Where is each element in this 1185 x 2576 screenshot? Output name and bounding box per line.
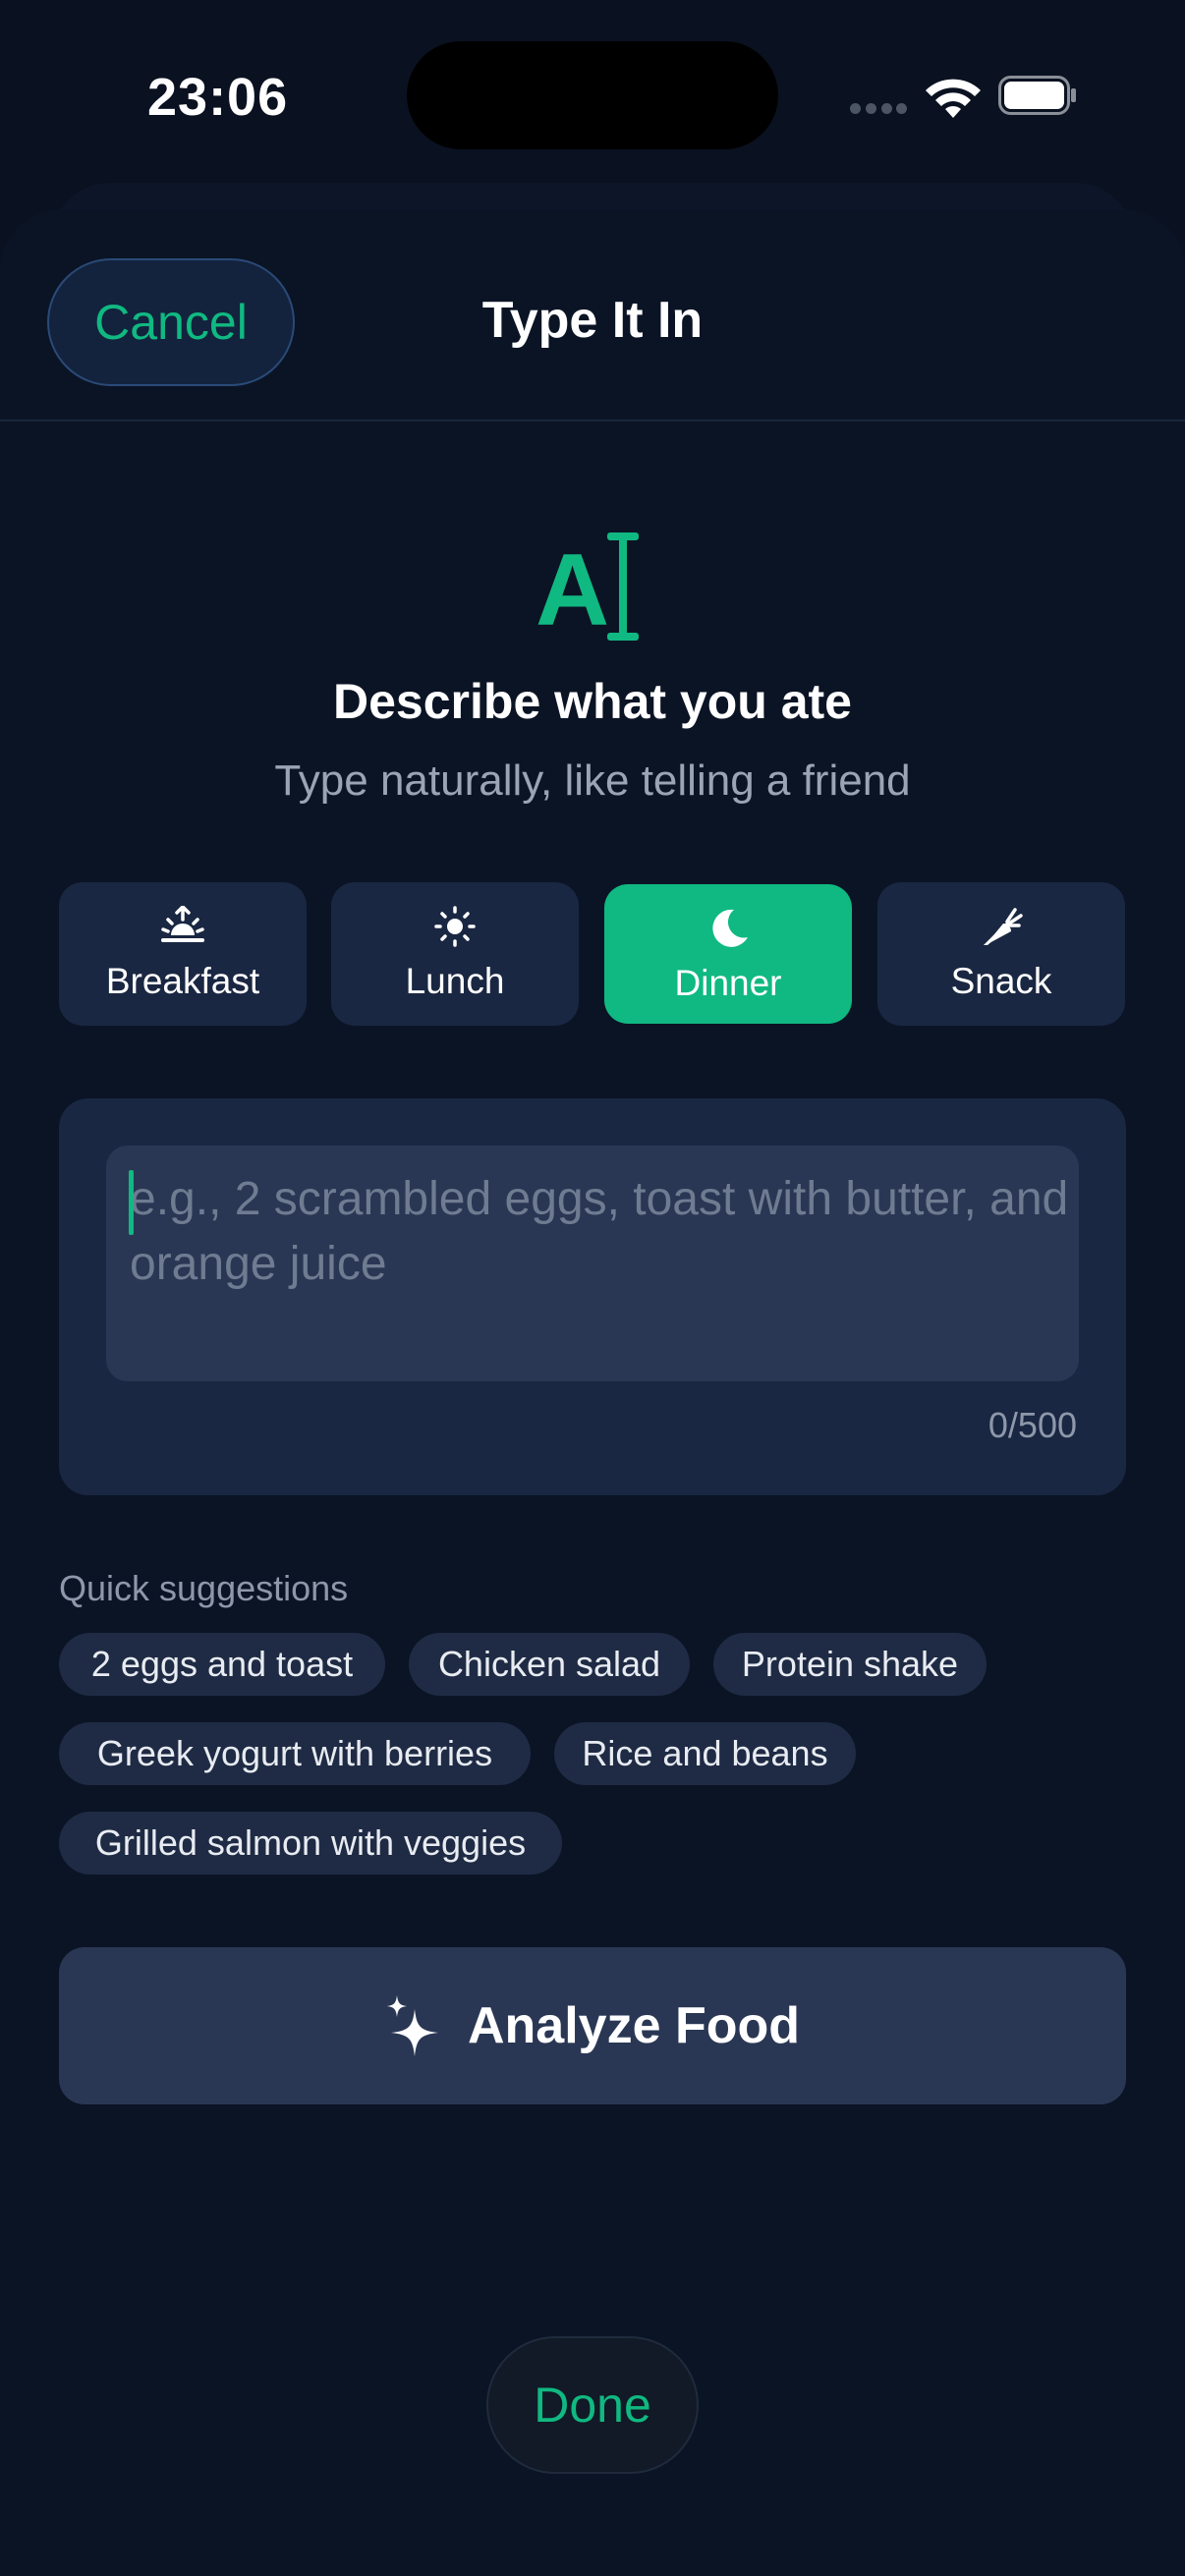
meal-option-snack[interactable]: Snack: [877, 882, 1125, 1026]
suggestion-chip[interactable]: Rice and beans: [554, 1722, 856, 1785]
input-placeholder: e.g., 2 scrambled eggs, toast with butte…: [130, 1173, 1069, 1290]
section-subheading: Type naturally, like telling a friend: [274, 756, 911, 805]
character-counter: 0/500: [988, 1405, 1077, 1445]
sunrise-icon: [161, 906, 204, 942]
text-cursor-icon: A: [531, 531, 658, 647]
cancel-button[interactable]: Cancel: [47, 258, 295, 386]
suggestion-chip[interactable]: Chicken salad: [409, 1633, 690, 1696]
sparkles-icon: [386, 1995, 438, 2056]
cellular-signal-icon: [850, 103, 907, 117]
quick-suggestions-label: Quick suggestions: [59, 1568, 349, 1608]
meal-option-label: Lunch: [405, 961, 505, 1001]
meal-option-dinner[interactable]: Dinner: [604, 884, 852, 1024]
section-heading: Describe what you ate: [333, 674, 852, 729]
sun-icon: [434, 906, 476, 947]
analyze-food-button[interactable]: Analyze Food: [59, 1947, 1126, 2104]
status-bar: 23:06: [0, 0, 1185, 196]
done-button[interactable]: Done: [486, 2336, 699, 2474]
dynamic-island: [407, 41, 778, 149]
suggestion-chip[interactable]: Grilled salmon with veggies: [59, 1812, 562, 1875]
analyze-food-label: Analyze Food: [467, 1997, 801, 2054]
suggestion-chip[interactable]: Protein shake: [713, 1633, 987, 1696]
battery-icon: [998, 76, 1076, 115]
meal-option-label: Dinner: [674, 963, 782, 1003]
suggestion-chip[interactable]: Greek yogurt with berries: [59, 1722, 531, 1785]
meal-option-label: Snack: [950, 961, 1052, 1001]
hero-icon-letter: A: [536, 533, 609, 644]
wifi-icon: [926, 79, 981, 118]
suggestion-chip[interactable]: 2 eggs and toast: [59, 1633, 385, 1696]
page-title: Type It In: [481, 292, 704, 349]
status-time: 23:06: [147, 68, 289, 127]
nav-divider: [0, 420, 1185, 421]
carrot-icon: [984, 908, 1023, 945]
meal-option-breakfast[interactable]: Breakfast: [59, 882, 307, 1026]
moon-icon: [712, 909, 748, 947]
meal-option-label: Breakfast: [105, 961, 260, 1001]
meal-option-lunch[interactable]: Lunch: [331, 882, 579, 1026]
text-caret: [129, 1170, 134, 1235]
